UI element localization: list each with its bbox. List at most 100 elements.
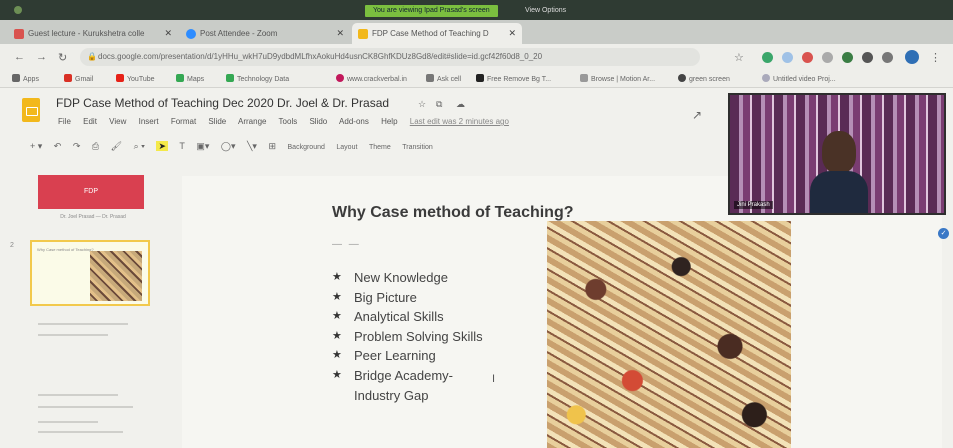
site-icon [580, 74, 588, 82]
menu-edit[interactable]: Edit [83, 117, 97, 126]
check-icon[interactable]: ✓ [938, 228, 949, 239]
forward-icon[interactable]: → [36, 51, 47, 63]
extension-icon[interactable] [862, 52, 873, 63]
thumbnail-placeholder [38, 323, 128, 325]
bookmark-item[interactable]: Ask cell [426, 74, 461, 83]
avatar[interactable] [905, 50, 919, 64]
print-icon[interactable]: ⎙ [92, 141, 99, 151]
bookmark-item[interactable]: YouTube [116, 74, 155, 83]
select-cursor-icon[interactable]: ➤ [156, 141, 168, 151]
thumbnail-placeholder [38, 431, 123, 433]
site-icon [476, 74, 484, 82]
transition-button[interactable]: Transition [402, 144, 432, 151]
thumbnail-placeholder [38, 394, 118, 396]
extension-icon[interactable] [782, 52, 793, 63]
star-icon[interactable]: ☆ [734, 51, 744, 64]
close-icon[interactable]: ✕ [164, 23, 172, 44]
slide-thumbnail-2[interactable]: Why Case method of Teaching? [30, 240, 150, 306]
menu-help[interactable]: Help [381, 117, 397, 126]
tab-slides[interactable]: FDP Case Method of Teaching D ✕ [352, 23, 522, 44]
url-input[interactable]: 🔒 docs.google.com/presentation/d/1yHHu_w… [80, 48, 700, 66]
document-title[interactable]: FDP Case Method of Teaching Dec 2020 Dr.… [56, 96, 389, 110]
line-icon[interactable]: ╲▾ [247, 141, 257, 151]
star-bullet-icon: ★ [332, 368, 342, 381]
gmail-icon [14, 29, 24, 39]
star-bullet-icon: ★ [332, 271, 342, 283]
menu-view[interactable]: View [109, 117, 126, 126]
extension-icon[interactable] [762, 52, 773, 63]
bookmark-item[interactable]: Gmail [64, 74, 93, 83]
bookmark-item[interactable]: Technology Data [226, 74, 289, 83]
close-icon[interactable]: ✕ [508, 23, 516, 44]
paint-format-icon[interactable]: 🖌 [111, 141, 122, 151]
apps-grid-icon [12, 74, 20, 82]
reload-icon[interactable]: ↻ [58, 51, 67, 64]
menu-arrange[interactable]: Arrange [238, 117, 266, 126]
menu-file[interactable]: File [58, 117, 71, 126]
menu-slide[interactable]: Slide [208, 117, 226, 126]
participant-video[interactable]: Jini Prakash [728, 93, 946, 215]
more-menu-icon[interactable]: ⋮ [930, 51, 941, 64]
view-options-menu[interactable]: View Options [525, 5, 566, 17]
bookmark-item[interactable]: www.crackverbal.in [336, 74, 407, 83]
image-icon[interactable]: ▣▾ [196, 141, 209, 151]
slide-canvas[interactable]: Why Case method of Teaching? — — ★ New Kn… [182, 176, 942, 448]
menu-insert[interactable]: Insert [139, 117, 159, 126]
layout-button[interactable]: Layout [336, 144, 357, 151]
list-item: ★ Analytical Skills [332, 307, 483, 327]
extension-icon[interactable] [842, 52, 853, 63]
last-edit-link[interactable]: Last edit was 2 minutes ago [410, 117, 509, 126]
extension-icon[interactable] [822, 52, 833, 63]
thumbnail-caption: Dr. Joel Prasad — Dr. Prasad [60, 214, 126, 220]
activity-trend-icon[interactable]: ↗ [692, 108, 702, 122]
bookmark-item[interactable]: Untitled video Proj... [762, 74, 836, 83]
new-slide-icon[interactable]: + ▾ [30, 141, 42, 151]
tab-zoom[interactable]: Post Attendee - Zoom ✕ [180, 23, 350, 44]
slides-logo-icon[interactable] [22, 98, 40, 122]
recording-icon [14, 6, 22, 14]
participant-head [822, 131, 856, 173]
site-icon [336, 74, 344, 82]
list-item: ★ Peer Learning [332, 346, 483, 366]
share-banner: You are viewing Ipad Prasad's screen [365, 5, 498, 17]
thumbnail-image [90, 251, 142, 301]
extension-icon[interactable] [802, 52, 813, 63]
slide-title[interactable]: Why Case method of Teaching? [332, 204, 574, 222]
slide-number: 2 [10, 242, 14, 249]
puzzle-icon[interactable] [882, 52, 893, 63]
zoom-icon[interactable]: ⌕ ▾ [134, 141, 145, 151]
site-icon [678, 74, 686, 82]
bookmark-item[interactable]: green screen [678, 74, 730, 83]
theme-button[interactable]: Theme [369, 144, 391, 151]
bookmark-item[interactable]: Free Remove Bg T... [476, 74, 551, 83]
move-folder-icon[interactable]: ⧉ [436, 99, 442, 110]
star-icon[interactable]: ☆ [418, 99, 426, 110]
shape-icon[interactable]: ◯▾ [221, 141, 236, 151]
bookmark-item[interactable]: Apps [12, 74, 39, 83]
menu-addons[interactable]: Add-ons [339, 117, 369, 126]
comment-icon[interactable]: ⊞ [268, 141, 276, 151]
slide-thumbnail-1[interactable]: FDP [38, 175, 144, 209]
star-bullet-icon: ★ [332, 290, 342, 303]
tab-guest-lecture[interactable]: Guest lecture - Kurukshetra colle ✕ [8, 23, 178, 44]
menu-slido[interactable]: Slido [309, 117, 327, 126]
bookmark-item[interactable]: Browse | Motion Ar... [580, 74, 655, 83]
zoom-top-strip: You are viewing Ipad Prasad's screen Vie… [0, 0, 953, 20]
textbox-icon[interactable]: T [179, 141, 185, 151]
close-icon[interactable]: ✕ [336, 23, 344, 44]
redo-icon[interactable]: ↷ [73, 141, 81, 151]
back-icon[interactable]: ← [14, 51, 25, 63]
collaboration-illustration[interactable] [547, 221, 791, 448]
bullet-list[interactable]: ★ New Knowledge ★ Big Picture ★ Analytical … [332, 268, 483, 405]
menu-tools[interactable]: Tools [279, 117, 298, 126]
bookmark-item[interactable]: Maps [176, 74, 204, 83]
sheets-icon [226, 74, 234, 82]
thumbnail-placeholder [38, 334, 108, 336]
menu-format[interactable]: Format [171, 117, 196, 126]
cloud-status-icon: ☁ [456, 99, 465, 109]
menu-bar: File Edit View Insert Format Slide Arran… [58, 117, 519, 126]
undo-icon[interactable]: ↶ [54, 141, 62, 151]
list-item: ★ Big Picture [332, 288, 483, 308]
toolbar: + ▾ ↶ ↷ ⎙ 🖌 ⌕ ▾ ➤ T ▣▾ ◯▾ ╲▾ ⊞ Backgroun… [30, 141, 442, 152]
background-button[interactable]: Background [288, 144, 325, 151]
